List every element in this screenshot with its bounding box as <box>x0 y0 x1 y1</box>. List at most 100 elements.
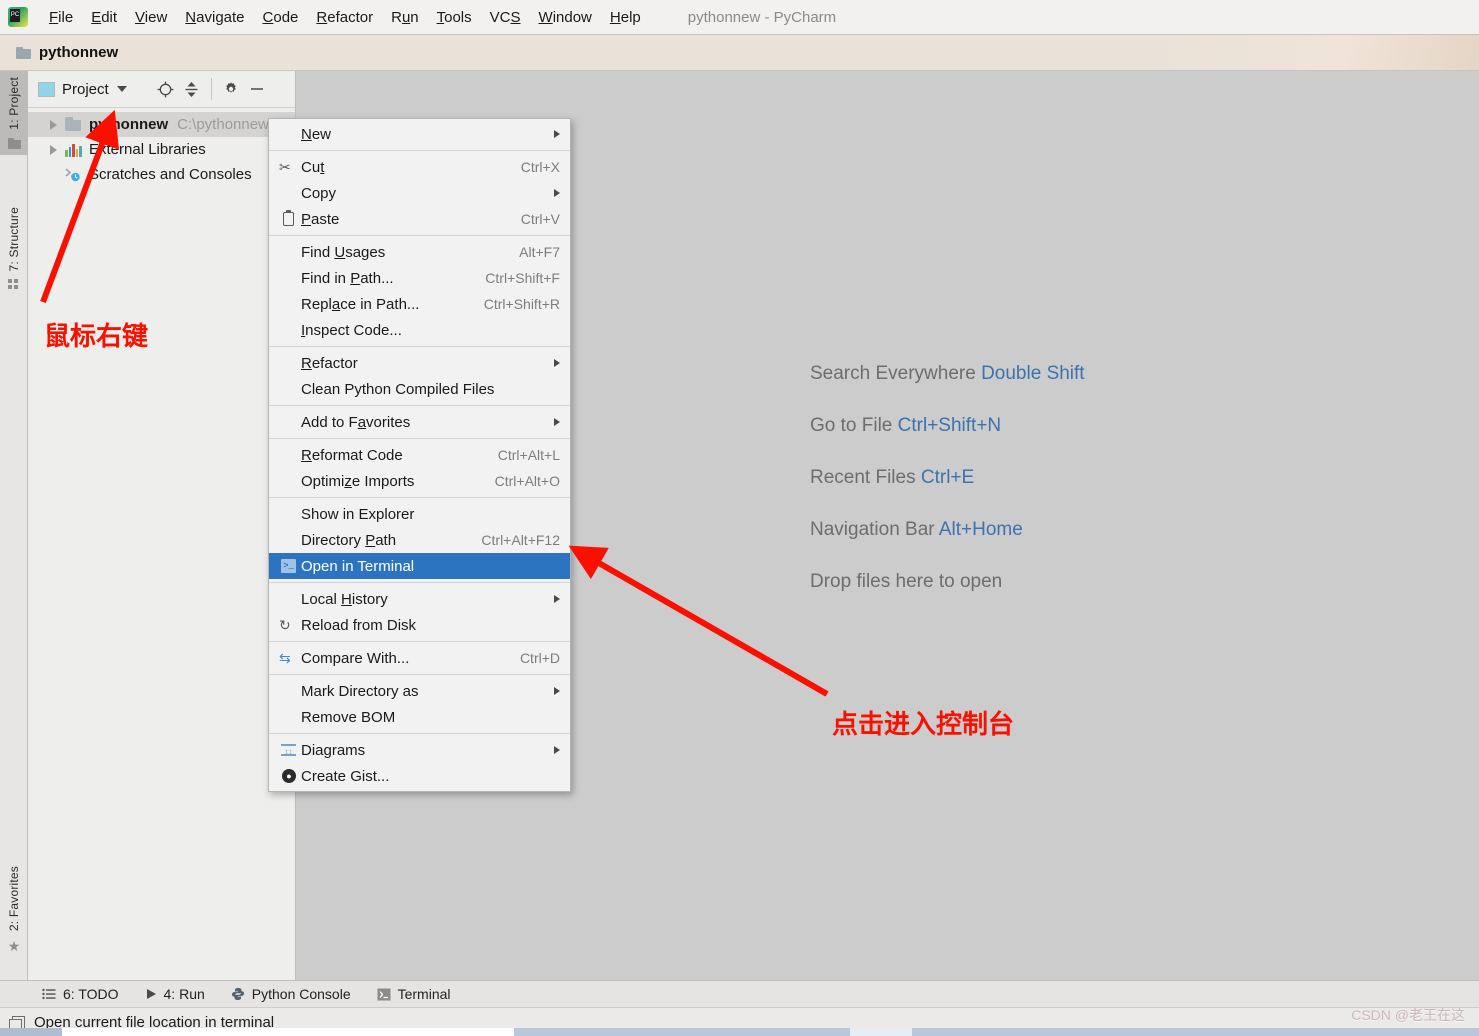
menu-view[interactable]: View <box>126 6 176 29</box>
settings-gear-icon[interactable] <box>218 76 244 102</box>
bottom-item-python-console[interactable]: Python Console <box>231 986 351 1002</box>
window-title: pythonnew - PyCharm <box>687 8 837 26</box>
menu-icon-placeholder <box>279 531 299 549</box>
context-menu-item-remove-bom[interactable]: Remove BOM <box>269 704 570 730</box>
menu-icon-placeholder <box>279 184 299 202</box>
context-menu-item-open-in-terminal[interactable]: >_ Open in Terminal <box>269 553 570 579</box>
menu-separator <box>269 438 570 439</box>
context-menu-item-optimize-imports[interactable]: Optimize Imports Ctrl+Alt+O <box>269 468 570 494</box>
context-menu-item-copy[interactable]: Copy <box>269 180 570 206</box>
menu-icon-placeholder <box>279 413 299 431</box>
windows-copy-icon <box>9 1015 25 1032</box>
taskbar-segment <box>912 1028 1479 1036</box>
context-menu-item-local-history[interactable]: Local History <box>269 586 570 612</box>
context-menu-item-show-in-explorer[interactable]: Show in Explorer <box>269 501 570 527</box>
context-menu-item-replace-in-path[interactable]: Replace in Path... Ctrl+Shift+R <box>269 291 570 317</box>
submenu-arrow-icon <box>554 687 560 695</box>
context-menu-item-shortcut: Ctrl+Alt+O <box>494 473 560 489</box>
context-menu-item-label: Directory Path <box>301 531 397 549</box>
locate-icon[interactable] <box>153 76 179 102</box>
context-menu-item-label: Mark Directory as <box>301 682 419 700</box>
context-menu-item-label: Find Usages <box>301 243 386 261</box>
expand-arrow-icon[interactable] <box>50 119 57 130</box>
expand-arrow-icon[interactable] <box>50 144 57 155</box>
breadcrumb[interactable]: pythonnew <box>0 35 1479 71</box>
context-menu-item-label: Reformat Code <box>301 446 403 464</box>
menu-separator <box>269 582 570 583</box>
context-menu-item-label: New <box>301 125 332 143</box>
context-menu[interactable]: New ✂ Cut Ctrl+X Copy Paste Ctrl+V Find Usages A… <box>268 118 571 792</box>
sidebar-item-project[interactable]: 1: Project <box>0 71 28 155</box>
pycharm-window: PC File Edit View Navigate Code Refactor Run To… <box>0 0 1479 1036</box>
editor-hint-shortcut: Double Shift <box>981 363 1085 384</box>
context-menu-item-cut[interactable]: ✂ Cut Ctrl+X <box>269 154 570 180</box>
tool-strip-label: 1: Project <box>7 77 21 130</box>
menu-help[interactable]: Help <box>601 6 650 29</box>
chevron-down-icon[interactable] <box>116 86 127 92</box>
menu-vcs[interactable]: VCS <box>481 6 530 29</box>
context-menu-item-label: Remove BOM <box>301 708 396 726</box>
tree-node[interactable]: Scratches and Consoles <box>28 162 295 187</box>
collapse-all-icon[interactable] <box>179 76 205 102</box>
bottom-item-label: Python Console <box>251 986 351 1002</box>
context-menu-item-paste[interactable]: Paste Ctrl+V <box>269 206 570 232</box>
terminal-icon: >_ <box>279 557 299 575</box>
context-menu-item-reformat-code[interactable]: Reformat Code Ctrl+Alt+L <box>269 442 570 468</box>
context-menu-item-diagrams[interactable]: ↕↕ Diagrams <box>269 737 570 763</box>
hide-panel-icon[interactable] <box>244 76 270 102</box>
menu-navigate[interactable]: Navigate <box>176 6 253 29</box>
sidebar-item-structure[interactable]: 7: Structure <box>0 201 28 296</box>
bottom-item-todo[interactable]: 6: TODO <box>42 986 119 1002</box>
clipboard-icon <box>279 210 299 228</box>
context-menu-item-refactor[interactable]: Refactor <box>269 350 570 376</box>
context-menu-item-add-to-favorites[interactable]: Add to Favorites <box>269 409 570 435</box>
menu-bar-items: File Edit View Navigate Code Refactor Run Tools… <box>40 6 650 29</box>
project-tool-window: Project pythonnew C:\pythonnew External … <box>28 71 296 980</box>
bottom-item-run[interactable]: 4: Run <box>145 986 205 1002</box>
left-tool-strip: 1: Project 7: Structure 2: Favorites ★ <box>0 71 28 980</box>
sidebar-item-favorites[interactable]: 2: Favorites ★ <box>0 860 28 959</box>
context-menu-item-label: Inspect Code... <box>301 321 402 339</box>
context-menu-item-directory-path[interactable]: Directory Path Ctrl+Alt+F12 <box>269 527 570 553</box>
context-menu-item-mark-directory-as[interactable]: Mark Directory as <box>269 678 570 704</box>
diagram-icon: ↕↕ <box>279 741 299 759</box>
folder-icon <box>65 117 82 132</box>
context-menu-item-new[interactable]: New <box>269 121 570 147</box>
menu-file[interactable]: File <box>40 6 82 29</box>
menu-refactor[interactable]: Refactor <box>307 6 382 29</box>
submenu-arrow-icon <box>554 130 560 138</box>
menu-window[interactable]: Window <box>530 6 601 29</box>
context-menu-item-find-usages[interactable]: Find Usages Alt+F7 <box>269 239 570 265</box>
bottom-item-terminal[interactable]: Terminal <box>377 986 451 1002</box>
context-menu-item-shortcut: Ctrl+Shift+F <box>485 270 560 286</box>
context-menu-item-label: Show in Explorer <box>301 505 415 523</box>
context-menu-item-create-gist[interactable]: ● Create Gist... <box>269 763 570 789</box>
menu-icon-placeholder <box>279 243 299 261</box>
context-menu-item-inspect-code[interactable]: Inspect Code... <box>269 317 570 343</box>
project-tree: pythonnew C:\pythonnew External Libraries S… <box>28 108 295 187</box>
annotation-open-console: 点击进入控制台 <box>832 710 1015 740</box>
menu-run[interactable]: Run <box>382 6 428 29</box>
menu-icon-placeholder <box>279 472 299 490</box>
menu-separator <box>269 346 570 347</box>
menu-bar: PC File Edit View Navigate Code Refactor Run To… <box>0 0 1479 35</box>
menu-code[interactable]: Code <box>254 6 308 29</box>
context-menu-item-compare-with[interactable]: ⇆ Compare With... Ctrl+D <box>269 645 570 671</box>
menu-tools[interactable]: Tools <box>428 6 481 29</box>
menu-icon-placeholder <box>279 380 299 398</box>
context-menu-item-clean-python-compiled-files[interactable]: Clean Python Compiled Files <box>269 376 570 402</box>
context-menu-item-label: Cut <box>301 158 325 176</box>
menu-icon-placeholder <box>279 321 299 339</box>
menu-edit[interactable]: Edit <box>82 6 126 29</box>
menu-icon-placeholder <box>279 446 299 464</box>
context-menu-item-shortcut: Alt+F7 <box>519 244 560 260</box>
tree-node[interactable]: External Libraries <box>28 137 295 162</box>
project-panel-header: Project <box>28 71 295 108</box>
csdn-watermark: CSDN @老王在这 <box>1351 1007 1465 1023</box>
context-menu-item-reload-from-disk[interactable]: ↻ Reload from Disk <box>269 612 570 638</box>
submenu-arrow-icon <box>554 189 560 197</box>
context-menu-item-label: Clean Python Compiled Files <box>301 380 495 398</box>
context-menu-item-find-in-path[interactable]: Find in Path... Ctrl+Shift+F <box>269 265 570 291</box>
tree-node-path: C:\pythonnew <box>177 116 269 133</box>
tree-node[interactable]: pythonnew C:\pythonnew <box>28 112 295 137</box>
